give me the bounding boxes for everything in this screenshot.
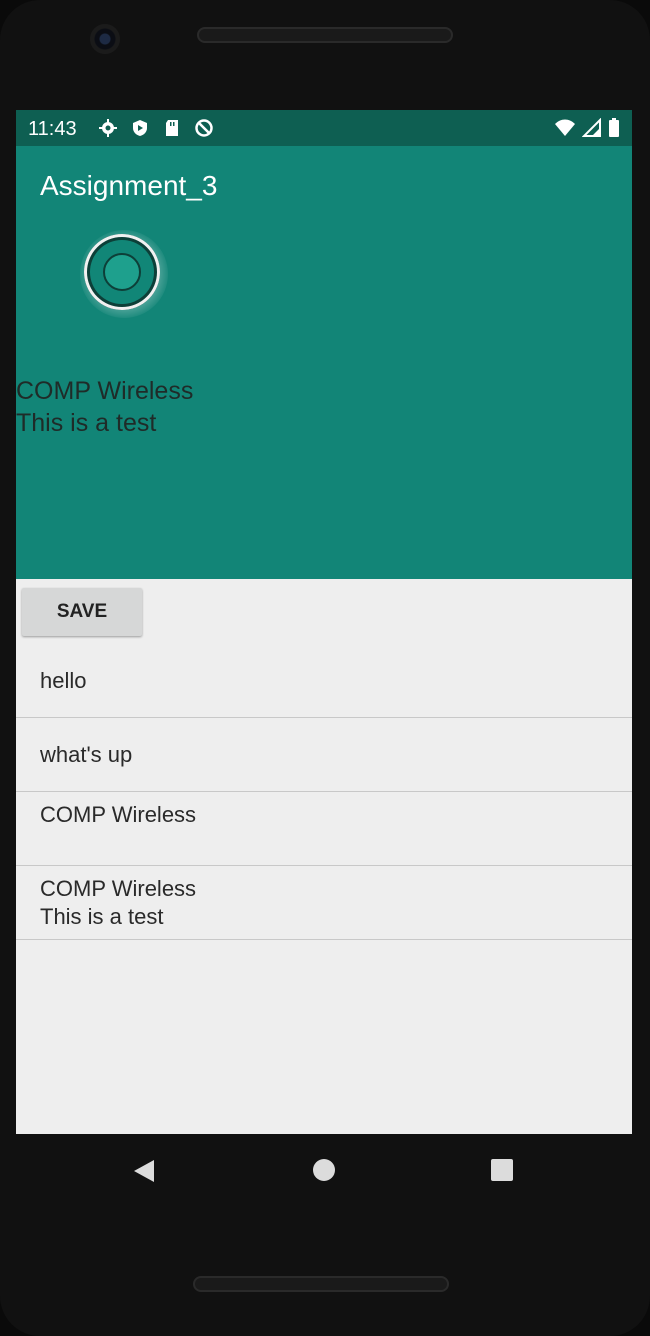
list-item-subtext: This is a test [40,904,164,929]
hero-text-line2: This is a test [16,409,157,437]
sd-card-icon [166,120,178,136]
block-icon [195,119,213,137]
hero-text: COMP Wireless This is a test [16,375,193,439]
bottom-speaker [193,1276,449,1292]
hero-text-line1: COMP Wireless [16,377,194,405]
status-bar: 11:43 [16,110,632,146]
top-speaker [197,27,453,43]
hero-panel: COMP Wireless This is a test [16,230,632,579]
status-icons-right [554,118,620,138]
save-button[interactable]: SAVE [22,588,142,636]
recent-apps-icon[interactable] [490,1158,514,1182]
phone-frame: 11:43 Assignment_3 COMP Wireless This is… [0,0,650,1336]
notes-list: hello what's up COMP Wireless COMP Wirel… [16,644,632,940]
list-item-text: what's up [40,742,133,767]
radio-button[interactable] [80,230,168,318]
list-item-text: hello [40,668,87,693]
list-item[interactable]: COMP Wireless [16,792,632,866]
signal-icon [582,118,601,137]
navigation-bar [0,1134,650,1214]
list-item-text: COMP Wireless [40,876,197,901]
list-item[interactable]: COMP Wireless This is a test [16,866,632,940]
status-icons-left [98,118,214,138]
app-title: Assignment_3 [40,170,218,201]
back-icon[interactable] [132,1158,156,1184]
battery-icon [609,118,619,137]
app-bar: Assignment_3 [16,146,632,231]
front-camera [90,24,120,54]
radio-outer-ring [84,234,160,310]
list-item-text: COMP Wireless [40,802,197,827]
gear-icon [99,119,117,137]
wifi-icon [555,119,575,136]
shield-icon [133,120,147,136]
list-item[interactable]: what's up [16,718,632,792]
radio-inner-dot [103,253,141,291]
list-item[interactable]: hello [16,644,632,718]
status-time: 11:43 [28,118,77,140]
screen: 11:43 Assignment_3 COMP Wireless This is… [16,110,632,1134]
home-icon[interactable] [312,1158,336,1182]
